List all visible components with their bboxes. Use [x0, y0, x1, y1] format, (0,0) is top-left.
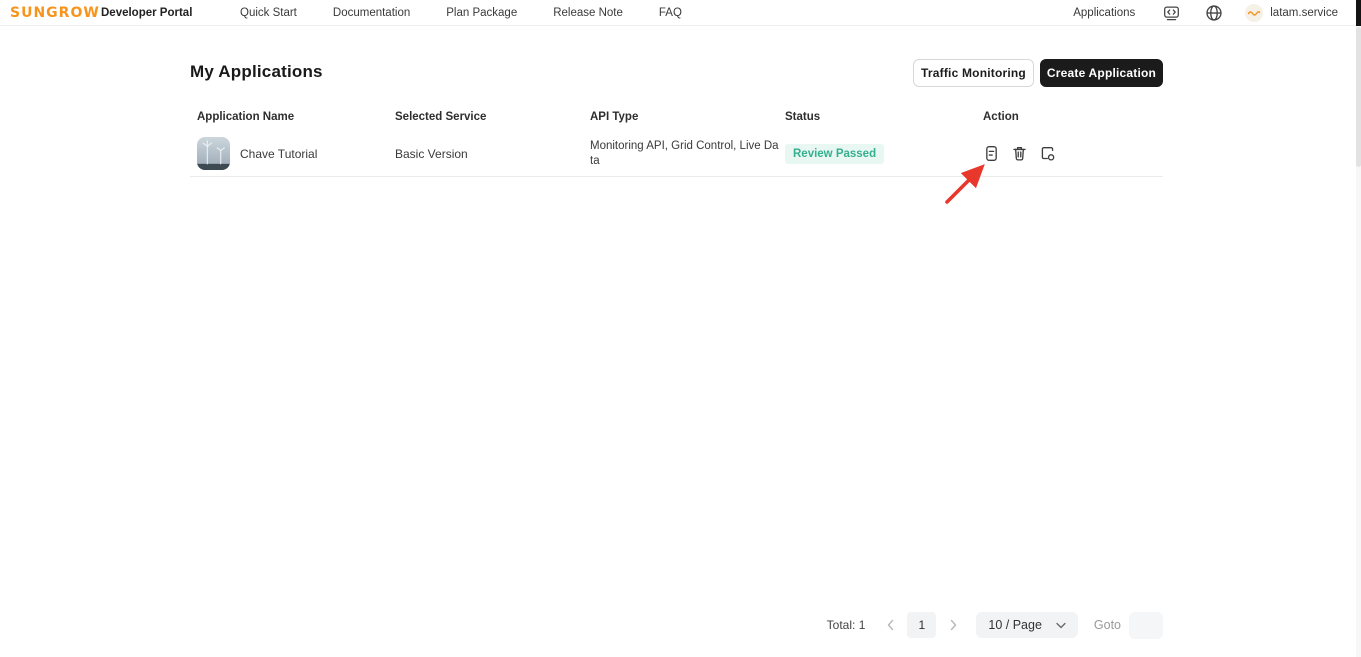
col-header-status: Status: [785, 111, 820, 123]
nav-item-release-note[interactable]: Release Note: [553, 7, 623, 19]
col-header-application-name: Application Name: [197, 111, 294, 123]
scrollbar-thumb[interactable]: [1356, 27, 1361, 167]
pagination-total: Total: 1: [827, 618, 866, 632]
nav-menu: Quick Start Documentation Plan Package R…: [240, 0, 682, 26]
api-type: Monitoring API, Grid Control, Live Data: [590, 139, 779, 169]
page-size-select[interactable]: 10 / Page: [976, 612, 1078, 638]
goto-page-input[interactable]: [1129, 612, 1163, 639]
application-thumbnail: [197, 137, 230, 170]
scrollbar-top-segment: [1356, 0, 1361, 26]
nav-item-plan-package[interactable]: Plan Package: [446, 7, 517, 19]
chevron-down-icon: [1056, 622, 1066, 629]
console-icon[interactable]: [1162, 4, 1180, 22]
brand-title: Developer Portal: [101, 7, 192, 19]
wind-turbine-image: [197, 137, 230, 170]
goto-label: Goto: [1094, 618, 1121, 632]
page-number-button[interactable]: 1: [907, 612, 936, 638]
traffic-monitoring-button[interactable]: Traffic Monitoring: [913, 59, 1034, 87]
top-nav-bar: SUNGROW Developer Portal Quick Start Doc…: [0, 0, 1361, 26]
action-buttons: [983, 145, 1056, 162]
page-title: My Applications: [190, 62, 323, 82]
username-label[interactable]: latam.service: [1270, 7, 1338, 19]
application-name: Chave Tutorial: [240, 132, 317, 176]
nav-item-faq[interactable]: FAQ: [659, 7, 682, 19]
file-settings-icon[interactable]: [1039, 145, 1056, 162]
developer-portal-screen: SUNGROW Developer Portal Quick Start Doc…: [0, 0, 1361, 657]
pagination-bar: Total: 1 1 10 / Page Goto: [827, 611, 1163, 639]
detail-icon[interactable]: [983, 145, 1000, 162]
status-badge: Review Passed: [785, 144, 884, 164]
chevron-left-icon[interactable]: [881, 612, 899, 638]
nav-item-documentation[interactable]: Documentation: [333, 7, 410, 19]
user-avatar[interactable]: [1245, 4, 1263, 22]
nav-right-group: Applications: [1073, 0, 1338, 26]
sungrow-logo[interactable]: SUNGROW: [10, 5, 100, 21]
delete-icon[interactable]: [1011, 145, 1028, 162]
nav-item-applications[interactable]: Applications: [1073, 7, 1135, 19]
globe-icon[interactable]: [1205, 4, 1223, 22]
col-header-api-type: API Type: [590, 111, 638, 123]
col-header-selected-service: Selected Service: [395, 111, 486, 123]
selected-service: Basic Version: [395, 132, 468, 176]
page-size-value: 10 / Page: [988, 618, 1042, 632]
nav-item-quick-start[interactable]: Quick Start: [240, 7, 297, 19]
col-header-action: Action: [983, 111, 1019, 123]
table-row: Chave Tutorial Basic Version Monitoring …: [190, 132, 1163, 177]
create-application-button[interactable]: Create Application: [1040, 59, 1163, 87]
chevron-right-icon[interactable]: [944, 612, 962, 638]
avatar-logo-icon: [1246, 5, 1262, 21]
applications-table-header: Application Name Selected Service API Ty…: [190, 111, 1163, 131]
